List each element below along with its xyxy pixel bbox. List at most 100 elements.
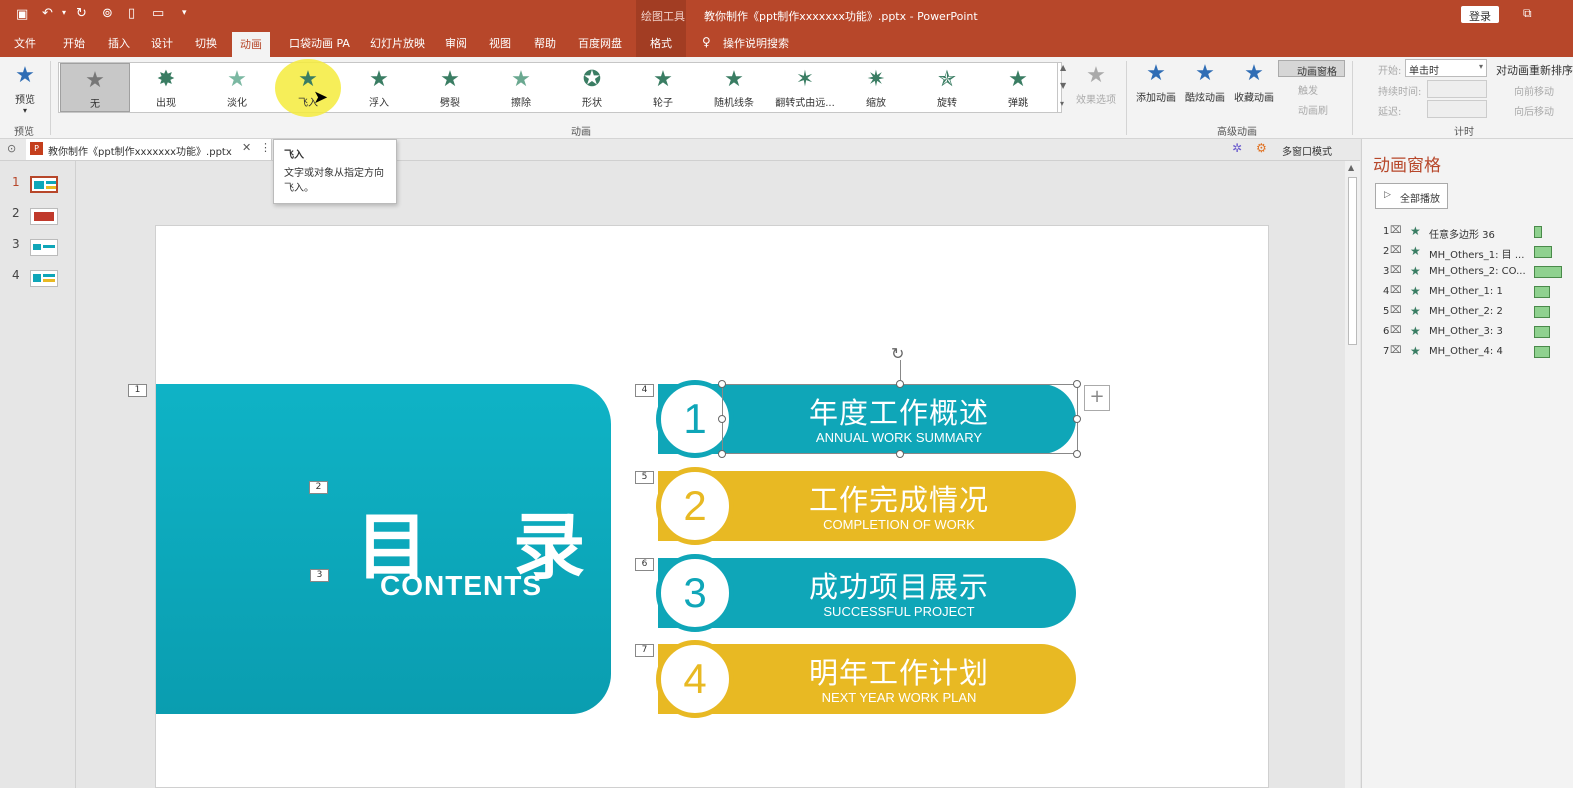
gallery-up-icon[interactable]: ▲ bbox=[1060, 63, 1066, 72]
animation-list-item[interactable]: 7 ⌧ ★ MH_Other_4: 4 bbox=[1362, 343, 1573, 363]
animation-tag[interactable]: 1 bbox=[128, 384, 147, 397]
plugin-icon[interactable]: ✲ bbox=[1232, 141, 1242, 155]
favorite-animation-button[interactable]: ★ 收藏动画 bbox=[1230, 59, 1278, 104]
delay-input[interactable] bbox=[1427, 100, 1487, 118]
tab-slideshow[interactable]: 幻灯片放映 bbox=[370, 35, 425, 51]
tab-home[interactable]: 开始 bbox=[63, 35, 85, 51]
trigger-button[interactable]: 触发 bbox=[1298, 82, 1318, 97]
tab-review[interactable]: 审阅 bbox=[445, 35, 467, 51]
animation-list-item[interactable]: 3 ⌧ ★ MH_Others_2: CO... bbox=[1362, 263, 1573, 283]
undo-dropdown-icon[interactable]: ▾ bbox=[62, 8, 66, 17]
animation-tag[interactable]: 3 bbox=[310, 569, 329, 582]
vertical-scrollbar[interactable]: ▲ bbox=[1345, 161, 1360, 788]
play-all-button[interactable]: ▷ 全部播放 bbox=[1375, 183, 1448, 209]
item-title-2[interactable]: 工作完成情况 bbox=[729, 477, 1069, 519]
resize-handle[interactable] bbox=[718, 380, 726, 388]
effect-float-in[interactable]: ★ 浮入 bbox=[344, 63, 414, 112]
effect-bounce[interactable]: ★ 弹跳 bbox=[983, 63, 1053, 112]
animation-tag[interactable]: 2 bbox=[309, 481, 328, 494]
slide-thumbnail-3[interactable] bbox=[30, 239, 58, 256]
effect-options-button[interactable]: ★ 效果选项 bbox=[1072, 61, 1120, 106]
item-number-4[interactable]: 4 bbox=[656, 640, 734, 718]
resize-handle[interactable] bbox=[896, 450, 904, 458]
tab-list-icon[interactable]: ⊙ bbox=[7, 142, 16, 155]
save-icon[interactable]: ▣ bbox=[16, 7, 28, 22]
effect-fly-in[interactable]: ★ 飞入 ➤ bbox=[273, 59, 343, 117]
rotate-icon[interactable]: ↻ bbox=[891, 344, 904, 363]
gallery-more-icon[interactable]: ▾ bbox=[1060, 99, 1064, 108]
item-subtitle-3[interactable]: SUCCESSFUL PROJECT bbox=[729, 604, 1069, 619]
tab-baidu-netdisk[interactable]: 百度网盘 bbox=[578, 35, 622, 51]
item-subtitle-4[interactable]: NEXT YEAR WORK PLAN bbox=[729, 690, 1069, 705]
animation-list-item[interactable]: 5 ⌧ ★ MH_Other_2: 2 bbox=[1362, 303, 1573, 323]
undo-icon[interactable]: ↶ bbox=[42, 6, 53, 21]
slide-thumbnail-2[interactable] bbox=[30, 208, 58, 225]
multi-window-mode-button[interactable]: 多窗口模式 bbox=[1282, 143, 1332, 158]
tab-animations[interactable]: 动画 bbox=[232, 32, 270, 57]
effect-grow-turn[interactable]: ✶ 翻转式由远... bbox=[770, 63, 840, 112]
start-from-beginning-icon[interactable]: ⊚ bbox=[102, 6, 113, 21]
effect-random-bars[interactable]: ★ 随机线条 bbox=[699, 63, 769, 112]
animation-tag[interactable]: 4 bbox=[635, 384, 654, 397]
tab-help[interactable]: 帮助 bbox=[534, 35, 556, 51]
animation-tag[interactable]: 7 bbox=[635, 644, 654, 657]
tab-transitions[interactable]: 切换 bbox=[195, 35, 217, 51]
contents-title-en[interactable]: CONTENTS bbox=[336, 570, 586, 602]
item-number-3[interactable]: 3 bbox=[656, 554, 734, 632]
animation-list-item[interactable]: 6 ⌧ ★ MH_Other_3: 3 bbox=[1362, 323, 1573, 343]
resize-handle[interactable] bbox=[718, 450, 726, 458]
animation-list-item[interactable]: 2 ⌧ ★ MH_Others_1: 目 ... bbox=[1362, 243, 1573, 263]
preview-button[interactable]: ★ 预览 ▾ bbox=[8, 61, 42, 115]
effect-zoom[interactable]: ✷ 缩放 bbox=[841, 63, 911, 112]
effect-shape[interactable]: ✪ 形状 bbox=[557, 63, 627, 112]
effect-wipe[interactable]: ★ 擦除 bbox=[486, 63, 556, 112]
new-file-icon[interactable]: ▯ bbox=[128, 6, 135, 21]
gallery-down-icon[interactable]: ▼ bbox=[1060, 81, 1066, 90]
more-options-icon[interactable]: ⋮ bbox=[260, 141, 271, 154]
item-title-4[interactable]: 明年工作计划 bbox=[729, 650, 1069, 692]
redo-icon[interactable]: ↻ bbox=[76, 6, 87, 21]
animation-pane-button[interactable]: 动画窗格 bbox=[1278, 60, 1345, 78]
slide-thumbnail-4[interactable] bbox=[30, 270, 58, 287]
tab-file[interactable]: 文件 bbox=[14, 35, 36, 51]
duration-input[interactable] bbox=[1427, 80, 1487, 98]
effect-swivel[interactable]: ✯ 旋转 bbox=[912, 63, 982, 112]
tab-insert[interactable]: 插入 bbox=[108, 35, 130, 51]
open-folder-icon[interactable]: ▭ bbox=[152, 6, 164, 21]
start-select[interactable]: 单击时 ▾ bbox=[1405, 59, 1487, 77]
animation-painter-button[interactable]: 动画刷 bbox=[1298, 102, 1328, 117]
move-earlier-button[interactable]: 向前移动 bbox=[1514, 83, 1554, 98]
resize-handle[interactable] bbox=[1073, 380, 1081, 388]
tell-me-search[interactable]: 操作说明搜索 bbox=[723, 35, 789, 51]
effect-appear[interactable]: ✸ 出现 bbox=[131, 63, 201, 112]
resize-handle[interactable] bbox=[896, 380, 904, 388]
add-icon[interactable]: + bbox=[1084, 385, 1110, 411]
animation-tag[interactable]: 6 bbox=[635, 558, 654, 571]
move-later-button[interactable]: 向后移动 bbox=[1514, 103, 1554, 118]
scroll-up-icon[interactable]: ▲ bbox=[1348, 163, 1354, 172]
item-number-2[interactable]: 2 bbox=[656, 467, 734, 545]
tab-view[interactable]: 视图 bbox=[489, 35, 511, 51]
effect-none[interactable]: ★ 无 bbox=[60, 63, 130, 112]
document-tab[interactable]: P 教你制作《ppt制作xxxxxxx功能》.pptx ✕ ⋮ bbox=[26, 139, 272, 160]
settings-gear-icon[interactable]: ⚙ bbox=[1256, 141, 1267, 155]
effect-wheel[interactable]: ★ 轮子 bbox=[628, 63, 698, 112]
resize-handle[interactable] bbox=[1073, 415, 1081, 423]
animation-list-item[interactable]: 1 ⌧ ★ 任意多边形 36 bbox=[1362, 223, 1573, 243]
add-animation-button[interactable]: ★ 添加动画 bbox=[1132, 59, 1180, 104]
cool-animation-button[interactable]: ★ 酷炫动画 bbox=[1181, 59, 1229, 104]
scroll-thumb[interactable] bbox=[1348, 177, 1357, 345]
animation-tag[interactable]: 5 bbox=[635, 471, 654, 484]
tab-format[interactable]: 格式 bbox=[650, 35, 672, 51]
item-subtitle-2[interactable]: COMPLETION OF WORK bbox=[729, 517, 1069, 532]
effect-split[interactable]: ★ 劈裂 bbox=[415, 63, 485, 112]
login-button[interactable]: 登录 bbox=[1461, 6, 1499, 23]
resize-handle[interactable] bbox=[718, 415, 726, 423]
ribbon-display-icon[interactable]: ⧉ bbox=[1523, 6, 1532, 21]
customize-toolbar-icon[interactable]: ▾ bbox=[182, 8, 187, 18]
resize-handle[interactable] bbox=[1073, 450, 1081, 458]
animation-list-item[interactable]: 4 ⌧ ★ MH_Other_1: 1 bbox=[1362, 283, 1573, 303]
tab-pocket-animation[interactable]: 口袋动画 PA bbox=[289, 35, 350, 51]
slide-thumbnail-1[interactable] bbox=[30, 176, 58, 193]
close-icon[interactable]: ✕ bbox=[242, 141, 251, 154]
